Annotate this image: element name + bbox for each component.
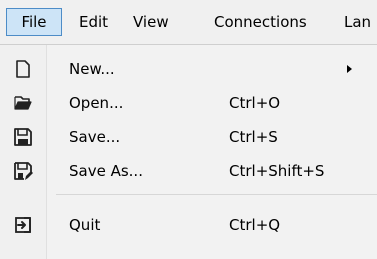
menu-file[interactable]: File (6, 8, 62, 36)
menu-bar: File Edit View Connections Lan (0, 0, 377, 44)
shortcut-text: Ctrl+O (229, 94, 281, 112)
menu-item-label: New... (69, 60, 115, 78)
new-file-icon (13, 59, 33, 79)
shortcut-text: Ctrl+S (229, 128, 278, 146)
exit-icon (13, 215, 33, 235)
menu-item-quit[interactable]: Quit Ctrl+Q (0, 208, 377, 242)
menu-item-label: Save As... (69, 162, 143, 180)
menu-item-save[interactable]: Save... Ctrl+S (0, 120, 377, 154)
menu-connections[interactable]: Connections (214, 11, 307, 33)
shortcut-text: Ctrl+Q (229, 216, 281, 234)
submenu-arrow-icon (347, 65, 352, 73)
menu-separator (56, 194, 377, 195)
floppy-disk-save-as-icon (13, 161, 33, 181)
folder-open-icon (13, 93, 33, 113)
menu-item-label: Quit (69, 216, 101, 234)
menu-item-new[interactable]: New... (0, 52, 377, 86)
menu-view[interactable]: View (133, 11, 169, 33)
file-menu-dropdown: New... Open... Ctrl+O Save... Ctrl+S Sav… (0, 44, 377, 259)
menu-item-label: Open... (69, 94, 124, 112)
menu-item-open[interactable]: Open... Ctrl+O (0, 86, 377, 120)
menu-language[interactable]: Lan (344, 11, 371, 33)
menu-item-label: Save... (69, 128, 121, 146)
shortcut-text: Ctrl+Shift+S (229, 162, 325, 180)
menu-edit[interactable]: Edit (79, 11, 108, 33)
floppy-disk-icon (13, 127, 33, 147)
menu-item-save-as[interactable]: Save As... Ctrl+Shift+S (0, 154, 377, 188)
